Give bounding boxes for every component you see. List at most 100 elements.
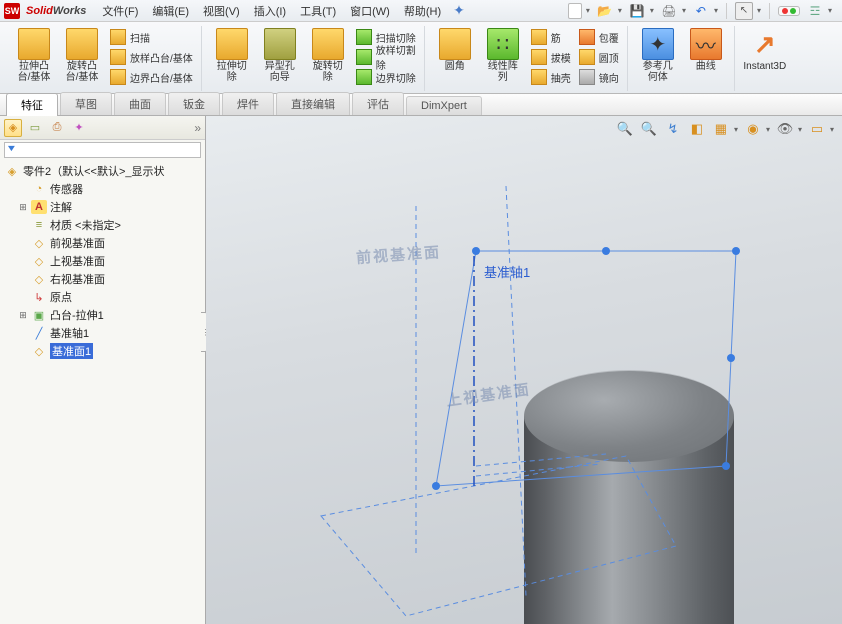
axis-icon: ╱ bbox=[31, 326, 47, 340]
extrude-cut-button[interactable]: 拉伸切 除 bbox=[210, 26, 254, 83]
graphics-viewport[interactable]: 🔍 🔍 ↯ ◧ ▦▾ ◉▾ 👁▾ ▭▾ bbox=[206, 116, 842, 624]
instant3d-icon: ↗ bbox=[749, 28, 781, 60]
select-icon[interactable]: ↖ bbox=[735, 2, 753, 20]
tree-right-plane[interactable]: ◇右视基准面 bbox=[0, 270, 205, 288]
zoom-area-icon[interactable]: 🔍 bbox=[640, 120, 658, 138]
menu-help[interactable]: 帮助(H) bbox=[398, 1, 447, 21]
hide-show-icon[interactable]: 👁 bbox=[776, 120, 794, 138]
rebuild-status-icon[interactable] bbox=[778, 6, 800, 16]
plane-icon: ◇ bbox=[31, 272, 47, 286]
feature-tree: ◈零件2（默认<<默认>_显示状 ◔传感器 ⊞A注解 ≡材质 <未指定> ◇前视… bbox=[0, 160, 205, 624]
display-style-icon[interactable]: ◉ bbox=[744, 120, 762, 138]
undo-icon[interactable]: ↶ bbox=[692, 2, 710, 20]
draft-button[interactable]: 拔模 bbox=[529, 48, 573, 66]
tree-origin[interactable]: ↳原点 bbox=[0, 288, 205, 306]
new-file-icon[interactable] bbox=[568, 3, 582, 19]
tab-sketch[interactable]: 草图 bbox=[60, 92, 112, 115]
shell-icon bbox=[531, 69, 547, 85]
tree-axis[interactable]: ╱基准轴1 bbox=[0, 324, 205, 342]
extrude-cut-icon bbox=[216, 28, 248, 60]
tab-direct-edit[interactable]: 直接编辑 bbox=[276, 92, 350, 115]
quick-access-toolbar: ▾ 📂▾ 💾▾ 🖨▾ ↶▾ ↖▾ ☲▾ bbox=[568, 2, 838, 20]
boundary-button[interactable]: 边界凸台/基体 bbox=[108, 68, 195, 86]
app-logo-icon: SW bbox=[4, 3, 20, 19]
loft-cut-button[interactable]: 放样切割 除 bbox=[354, 48, 418, 66]
revolve-icon bbox=[66, 28, 98, 60]
dome-button[interactable]: 圆顶 bbox=[577, 48, 621, 66]
shell-button[interactable]: 抽壳 bbox=[529, 68, 573, 86]
tree-root-part[interactable]: ◈零件2（默认<<默认>_显示状 bbox=[0, 162, 205, 180]
previous-view-icon[interactable]: ↯ bbox=[664, 120, 682, 138]
menu-window[interactable]: 窗口(W) bbox=[344, 1, 396, 21]
tree-annotations[interactable]: ⊞A注解 bbox=[0, 198, 205, 216]
help-icon[interactable]: ✦ bbox=[453, 2, 465, 19]
top-plane-label: 上视基准面 bbox=[445, 378, 532, 411]
view-orientation-icon[interactable]: ▦ bbox=[712, 120, 730, 138]
tab-sheetmetal[interactable]: 钣金 bbox=[168, 92, 220, 115]
tree-filter-input[interactable] bbox=[4, 142, 201, 158]
hole-wizard-button[interactable]: 异型孔 向导 bbox=[258, 26, 302, 83]
boundary-icon bbox=[110, 69, 126, 85]
linear-pattern-button[interactable]: ∷线性阵 列 bbox=[481, 26, 525, 83]
tab-surface[interactable]: 曲面 bbox=[114, 92, 166, 115]
tab-features[interactable]: 特征 bbox=[6, 93, 58, 116]
menu-insert[interactable]: 插入(I) bbox=[248, 1, 292, 21]
feature-tree-tab-icon[interactable]: ◈ bbox=[4, 119, 22, 137]
zoom-fit-icon[interactable]: 🔍 bbox=[616, 120, 634, 138]
mirror-button[interactable]: 镜向 bbox=[577, 68, 621, 86]
app-title: SolidWorks bbox=[26, 5, 86, 17]
heads-up-view-toolbar: 🔍 🔍 ↯ ◧ ▦▾ ◉▾ 👁▾ ▭▾ bbox=[616, 120, 834, 138]
menu-view[interactable]: 视图(V) bbox=[197, 1, 246, 21]
print-icon[interactable]: 🖨 bbox=[660, 2, 678, 20]
tree-material[interactable]: ≡材质 <未指定> bbox=[0, 216, 205, 234]
loft-button[interactable]: 放样凸台/基体 bbox=[108, 48, 195, 66]
curves-button[interactable]: 〰曲线 bbox=[684, 26, 728, 72]
origin-icon: ↳ bbox=[31, 290, 47, 304]
tab-weldments[interactable]: 焊件 bbox=[222, 92, 274, 115]
boundary-cut-button[interactable]: 边界切除 bbox=[354, 68, 418, 86]
menu-file[interactable]: 文件(F) bbox=[96, 1, 144, 21]
section-view-icon[interactable]: ◧ bbox=[688, 120, 706, 138]
tree-top-plane[interactable]: ◇上视基准面 bbox=[0, 252, 205, 270]
sweep-button[interactable]: 扫描 bbox=[108, 28, 195, 46]
tree-front-plane[interactable]: ◇前视基准面 bbox=[0, 234, 205, 252]
axis-label[interactable]: 基准轴1 bbox=[484, 262, 530, 281]
sensor-icon: ◔ bbox=[31, 182, 47, 196]
part-icon: ◈ bbox=[4, 164, 20, 178]
open-file-icon[interactable]: 📂 bbox=[596, 2, 614, 20]
tab-dimxpert[interactable]: DimXpert bbox=[406, 96, 482, 115]
tree-datum-plane[interactable]: ◇基准面1 bbox=[0, 342, 205, 360]
revolve-cut-button[interactable]: 旋转切 除 bbox=[306, 26, 350, 83]
tab-evaluate[interactable]: 评估 bbox=[352, 92, 404, 115]
extrude-boss-button[interactable]: 拉伸凸 台/基体 bbox=[12, 26, 56, 83]
menu-bar: SW SolidWorks 文件(F) 编辑(E) 视图(V) 插入(I) 工具… bbox=[0, 0, 842, 22]
menu-edit[interactable]: 编辑(E) bbox=[146, 1, 195, 21]
appearance-icon[interactable]: ▭ bbox=[808, 120, 826, 138]
wrap-button[interactable]: 包覆 bbox=[577, 28, 621, 46]
configuration-tab-icon[interactable]: ⎙ bbox=[48, 119, 66, 137]
panel-expand-icon[interactable]: » bbox=[194, 121, 201, 135]
revolve-boss-button[interactable]: 旋转凸 台/基体 bbox=[60, 26, 104, 83]
fillet-button[interactable]: 圆角 bbox=[433, 26, 477, 72]
fillet-icon bbox=[439, 28, 471, 60]
options-icon[interactable]: ☲ bbox=[806, 2, 824, 20]
sweep-icon bbox=[110, 29, 126, 45]
panel-tabs: ◈ ▭ ⎙ ✦ » bbox=[0, 116, 205, 140]
save-icon[interactable]: 💾 bbox=[628, 2, 646, 20]
ribbon-toolbar: 拉伸凸 台/基体 旋转凸 台/基体 扫描 放样凸台/基体 边界凸台/基体 拉伸切… bbox=[0, 22, 842, 94]
property-manager-tab-icon[interactable]: ▭ bbox=[26, 119, 44, 137]
ref-geom-icon: ✦ bbox=[642, 28, 674, 60]
feature-manager-panel: ◈ ▭ ⎙ ✦ » ◈零件2（默认<<默认>_显示状 ◔传感器 ⊞A注解 ≡材质… bbox=[0, 116, 206, 624]
menu-tools[interactable]: 工具(T) bbox=[294, 1, 342, 21]
pattern-icon: ∷ bbox=[487, 28, 519, 60]
loft-icon bbox=[110, 49, 126, 65]
dimxpert-tab-icon[interactable]: ✦ bbox=[70, 119, 88, 137]
draft-icon bbox=[531, 49, 547, 65]
instant3d-button[interactable]: ↗Instant3D bbox=[743, 26, 787, 72]
reference-geometry-button[interactable]: ✦参考几 何体 bbox=[636, 26, 680, 83]
tree-sensors[interactable]: ◔传感器 bbox=[0, 180, 205, 198]
rib-button[interactable]: 筋 bbox=[529, 28, 573, 46]
curves-icon: 〰 bbox=[690, 28, 722, 60]
sweep-cut-icon bbox=[356, 29, 372, 45]
tree-boss-extrude[interactable]: ⊞▣凸台-拉伸1 bbox=[0, 306, 205, 324]
